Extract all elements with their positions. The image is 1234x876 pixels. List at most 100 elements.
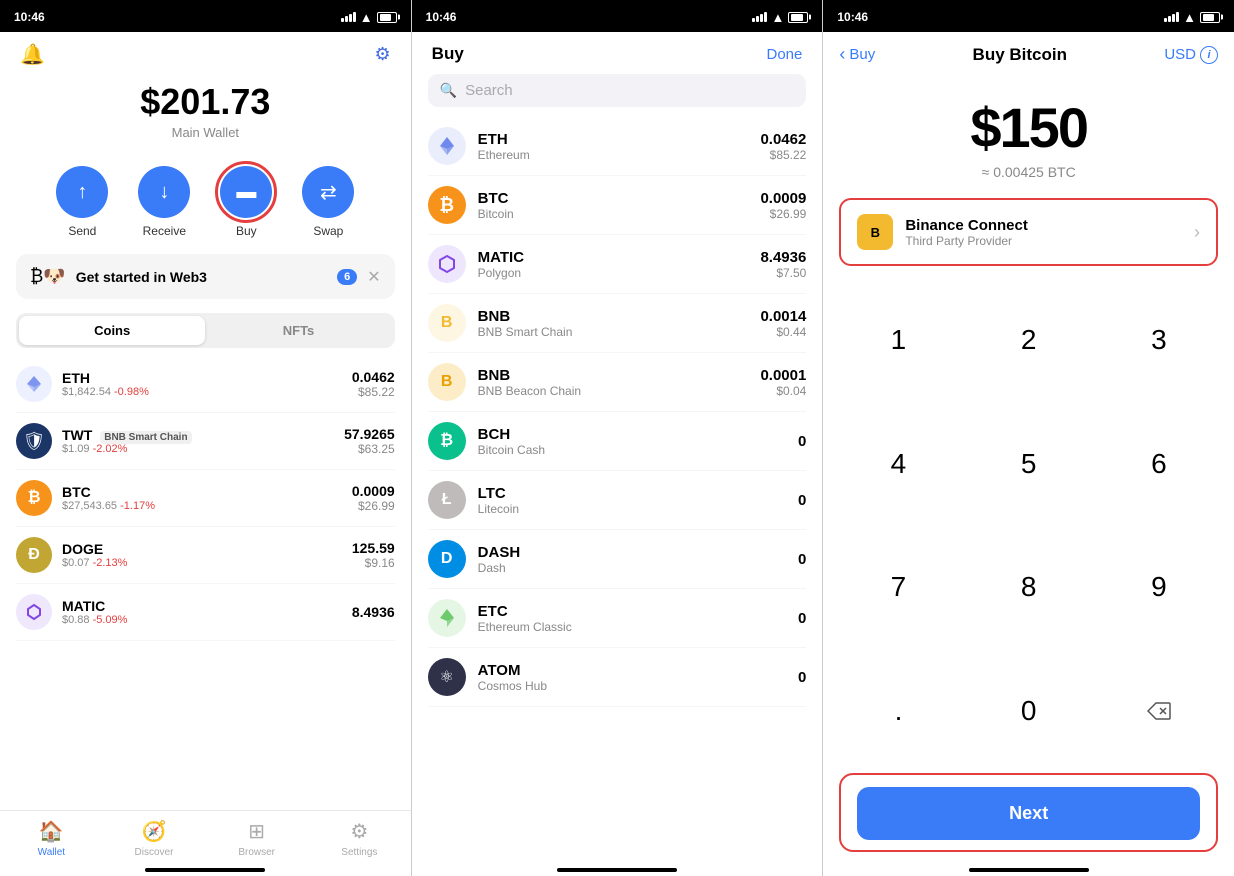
web3-close-icon[interactable]: ✕ (367, 267, 380, 287)
list-item-bnb-beacon[interactable]: B BNB BNB Beacon Chain 0.0001 $0.04 (428, 353, 807, 412)
screen3-buy-bitcoin: 10:46 ▲ ‹ Buy Buy Bitcoin USD (823, 0, 1234, 876)
bottom-nav: 🏠 Wallet 🧭 Discover ⊞ Browser ⚙ Settings (0, 810, 411, 862)
tab-nfts[interactable]: NFTs (205, 316, 391, 345)
status-icons-1: ▲ (341, 10, 397, 25)
coin-row-eth[interactable]: ETH $1,842.54 -0.98% 0.0462 $85.22 (16, 356, 395, 413)
send-button[interactable]: ↑ (56, 166, 108, 218)
wifi-icon-2: ▲ (771, 10, 784, 25)
buy-bnbbeacon-info: BNB BNB Beacon Chain (478, 367, 749, 398)
amount-display: $150 ≈ 0.00425 BTC (823, 75, 1234, 186)
nav-wallet[interactable]: 🏠 Wallet (0, 819, 103, 858)
currency-selector[interactable]: USD i (1164, 46, 1218, 64)
numpad-2[interactable]: 2 (964, 278, 1094, 402)
buy-button-wrap: ▬ Buy (220, 166, 272, 238)
web3-icons: ₿🐶 (30, 266, 66, 287)
numpad-dot[interactable]: . (833, 649, 963, 773)
coin-info-btc: BTC $27,543.65 -1.17% (62, 484, 342, 512)
numpad-0[interactable]: 0 (964, 649, 1094, 773)
discover-nav-icon: 🧭 (142, 819, 167, 844)
buy-atom-icon: ⚛ (428, 658, 466, 696)
eth-values: 0.0462 $85.22 (352, 369, 395, 399)
list-item-matic[interactable]: MATIC Polygon 8.4936 $7.50 (428, 235, 807, 294)
browser-nav-label: Browser (238, 847, 275, 858)
numpad-5[interactable]: 5 (964, 402, 1094, 526)
list-item-eth[interactable]: ETH Ethereum 0.0462 $85.22 (428, 117, 807, 176)
settings-nav-icon: ⚙ (350, 819, 368, 844)
wifi-icon-3: ▲ (1183, 10, 1196, 25)
list-item-dash[interactable]: D DASH Dash 0 (428, 530, 807, 589)
buy-eth-info: ETH Ethereum (478, 131, 749, 162)
buy-bnbbeacon-icon: B (428, 363, 466, 401)
status-icons-3: ▲ (1164, 10, 1220, 25)
buy-atom-amount: 0 (798, 669, 806, 686)
buy-ltc-info: LTC Litecoin (478, 485, 786, 516)
tab-coins[interactable]: Coins (19, 316, 205, 345)
info-icon[interactable]: i (1200, 46, 1218, 64)
buy-bch-name: BCH (478, 426, 786, 443)
list-item-atom[interactable]: ⚛ ATOM Cosmos Hub 0 (428, 648, 807, 707)
nav-discover[interactable]: 🧭 Discover (103, 819, 206, 858)
coin-row-twt[interactable]: 🛡 TWT BNB Smart Chain $1.09 -2.02% 57.92… (16, 413, 395, 470)
list-item-btc[interactable]: ₿ BTC Bitcoin 0.0009 $26.99 (428, 176, 807, 235)
battery-icon-3 (1200, 12, 1220, 23)
numpad-backspace[interactable] (1094, 649, 1224, 773)
doge-sub: $0.07 -2.13% (62, 557, 342, 569)
nav-settings[interactable]: ⚙ Settings (308, 819, 411, 858)
buy-matic-val: 8.4936 $7.50 (760, 249, 806, 280)
twt-amount: 57.9265 (344, 426, 395, 442)
list-item-bnb[interactable]: B BNB BNB Smart Chain 0.0014 $0.44 (428, 294, 807, 353)
time-1: 10:46 (14, 10, 45, 24)
list-item-ltc[interactable]: Ł LTC Litecoin 0 (428, 471, 807, 530)
eth-name: ETH (62, 370, 342, 386)
screen3-body: ‹ Buy Buy Bitcoin USD i $150 ≈ 0.00425 B… (823, 32, 1234, 876)
provider-box[interactable]: B Binance Connect Third Party Provider › (839, 198, 1218, 266)
buy-etc-val: 0 (798, 610, 806, 627)
swap-button[interactable]: ⇄ (302, 166, 354, 218)
coin-row-matic[interactable]: MATIC $0.88 -5.09% 8.4936 (16, 584, 395, 641)
receive-button[interactable]: ↓ (138, 166, 190, 218)
browser-nav-icon: ⊞ (248, 819, 265, 844)
numpad-3[interactable]: 3 (1094, 278, 1224, 402)
doge-values: 125.59 $9.16 (352, 540, 395, 570)
twt-values: 57.9265 $63.25 (344, 426, 395, 456)
buy-bch-info: BCH Bitcoin Cash (478, 426, 786, 457)
coin-row-btc[interactable]: ₿ BTC $27,543.65 -1.17% 0.0009 $26.99 (16, 470, 395, 527)
buy-btc-val: 0.0009 $26.99 (760, 190, 806, 221)
buy-bch-val: 0 (798, 433, 806, 450)
numpad-7[interactable]: 7 (833, 526, 963, 650)
coin-info-twt: TWT BNB Smart Chain $1.09 -2.02% (62, 427, 334, 455)
coin-row-doge[interactable]: Ð DOGE $0.07 -2.13% 125.59 $9.16 (16, 527, 395, 584)
numpad: 1 2 3 4 5 6 7 8 9 . 0 (823, 278, 1234, 773)
wifi-icon: ▲ (360, 10, 373, 25)
web3-banner: ₿🐶 Get started in Web3 6 ✕ (16, 254, 395, 299)
search-bar[interactable]: 🔍 Search (428, 74, 807, 107)
numpad-8[interactable]: 8 (964, 526, 1094, 650)
bell-icon[interactable]: 🔔 (20, 42, 45, 67)
filter-icon[interactable]: ⚙ (375, 44, 391, 65)
time-3: 10:46 (837, 10, 868, 24)
list-item-bch[interactable]: ₿ BCH Bitcoin Cash 0 (428, 412, 807, 471)
buy-btc-amount: 0.0009 (760, 190, 806, 207)
doge-icon: Ð (16, 537, 52, 573)
buy-dash-info: DASH Dash (478, 544, 786, 575)
back-button[interactable]: ‹ Buy (839, 44, 875, 65)
buy-bnbbeacon-usd: $0.04 (760, 384, 806, 398)
numpad-1[interactable]: 1 (833, 278, 963, 402)
btc-name: BTC (62, 484, 342, 500)
numpad-4[interactable]: 4 (833, 402, 963, 526)
nav-browser[interactable]: ⊞ Browser (205, 819, 308, 858)
list-item-etc[interactable]: ETC Ethereum Classic 0 (428, 589, 807, 648)
twt-icon: 🛡 (16, 423, 52, 459)
numpad-6[interactable]: 6 (1094, 402, 1224, 526)
buy-button[interactable]: ▬ (220, 166, 272, 218)
provider-chevron-icon: › (1194, 222, 1200, 243)
buy-bch-amount: 0 (798, 433, 806, 450)
buy-dash-val: 0 (798, 551, 806, 568)
matic-values: 8.4936 (352, 604, 395, 620)
next-button[interactable]: Next (857, 787, 1200, 840)
done-button[interactable]: Done (766, 46, 802, 63)
balance-label: Main Wallet (0, 125, 411, 140)
buy-bnb-amount: 0.0014 (760, 308, 806, 325)
numpad-9[interactable]: 9 (1094, 526, 1224, 650)
buy-ltc-amount: 0 (798, 492, 806, 509)
